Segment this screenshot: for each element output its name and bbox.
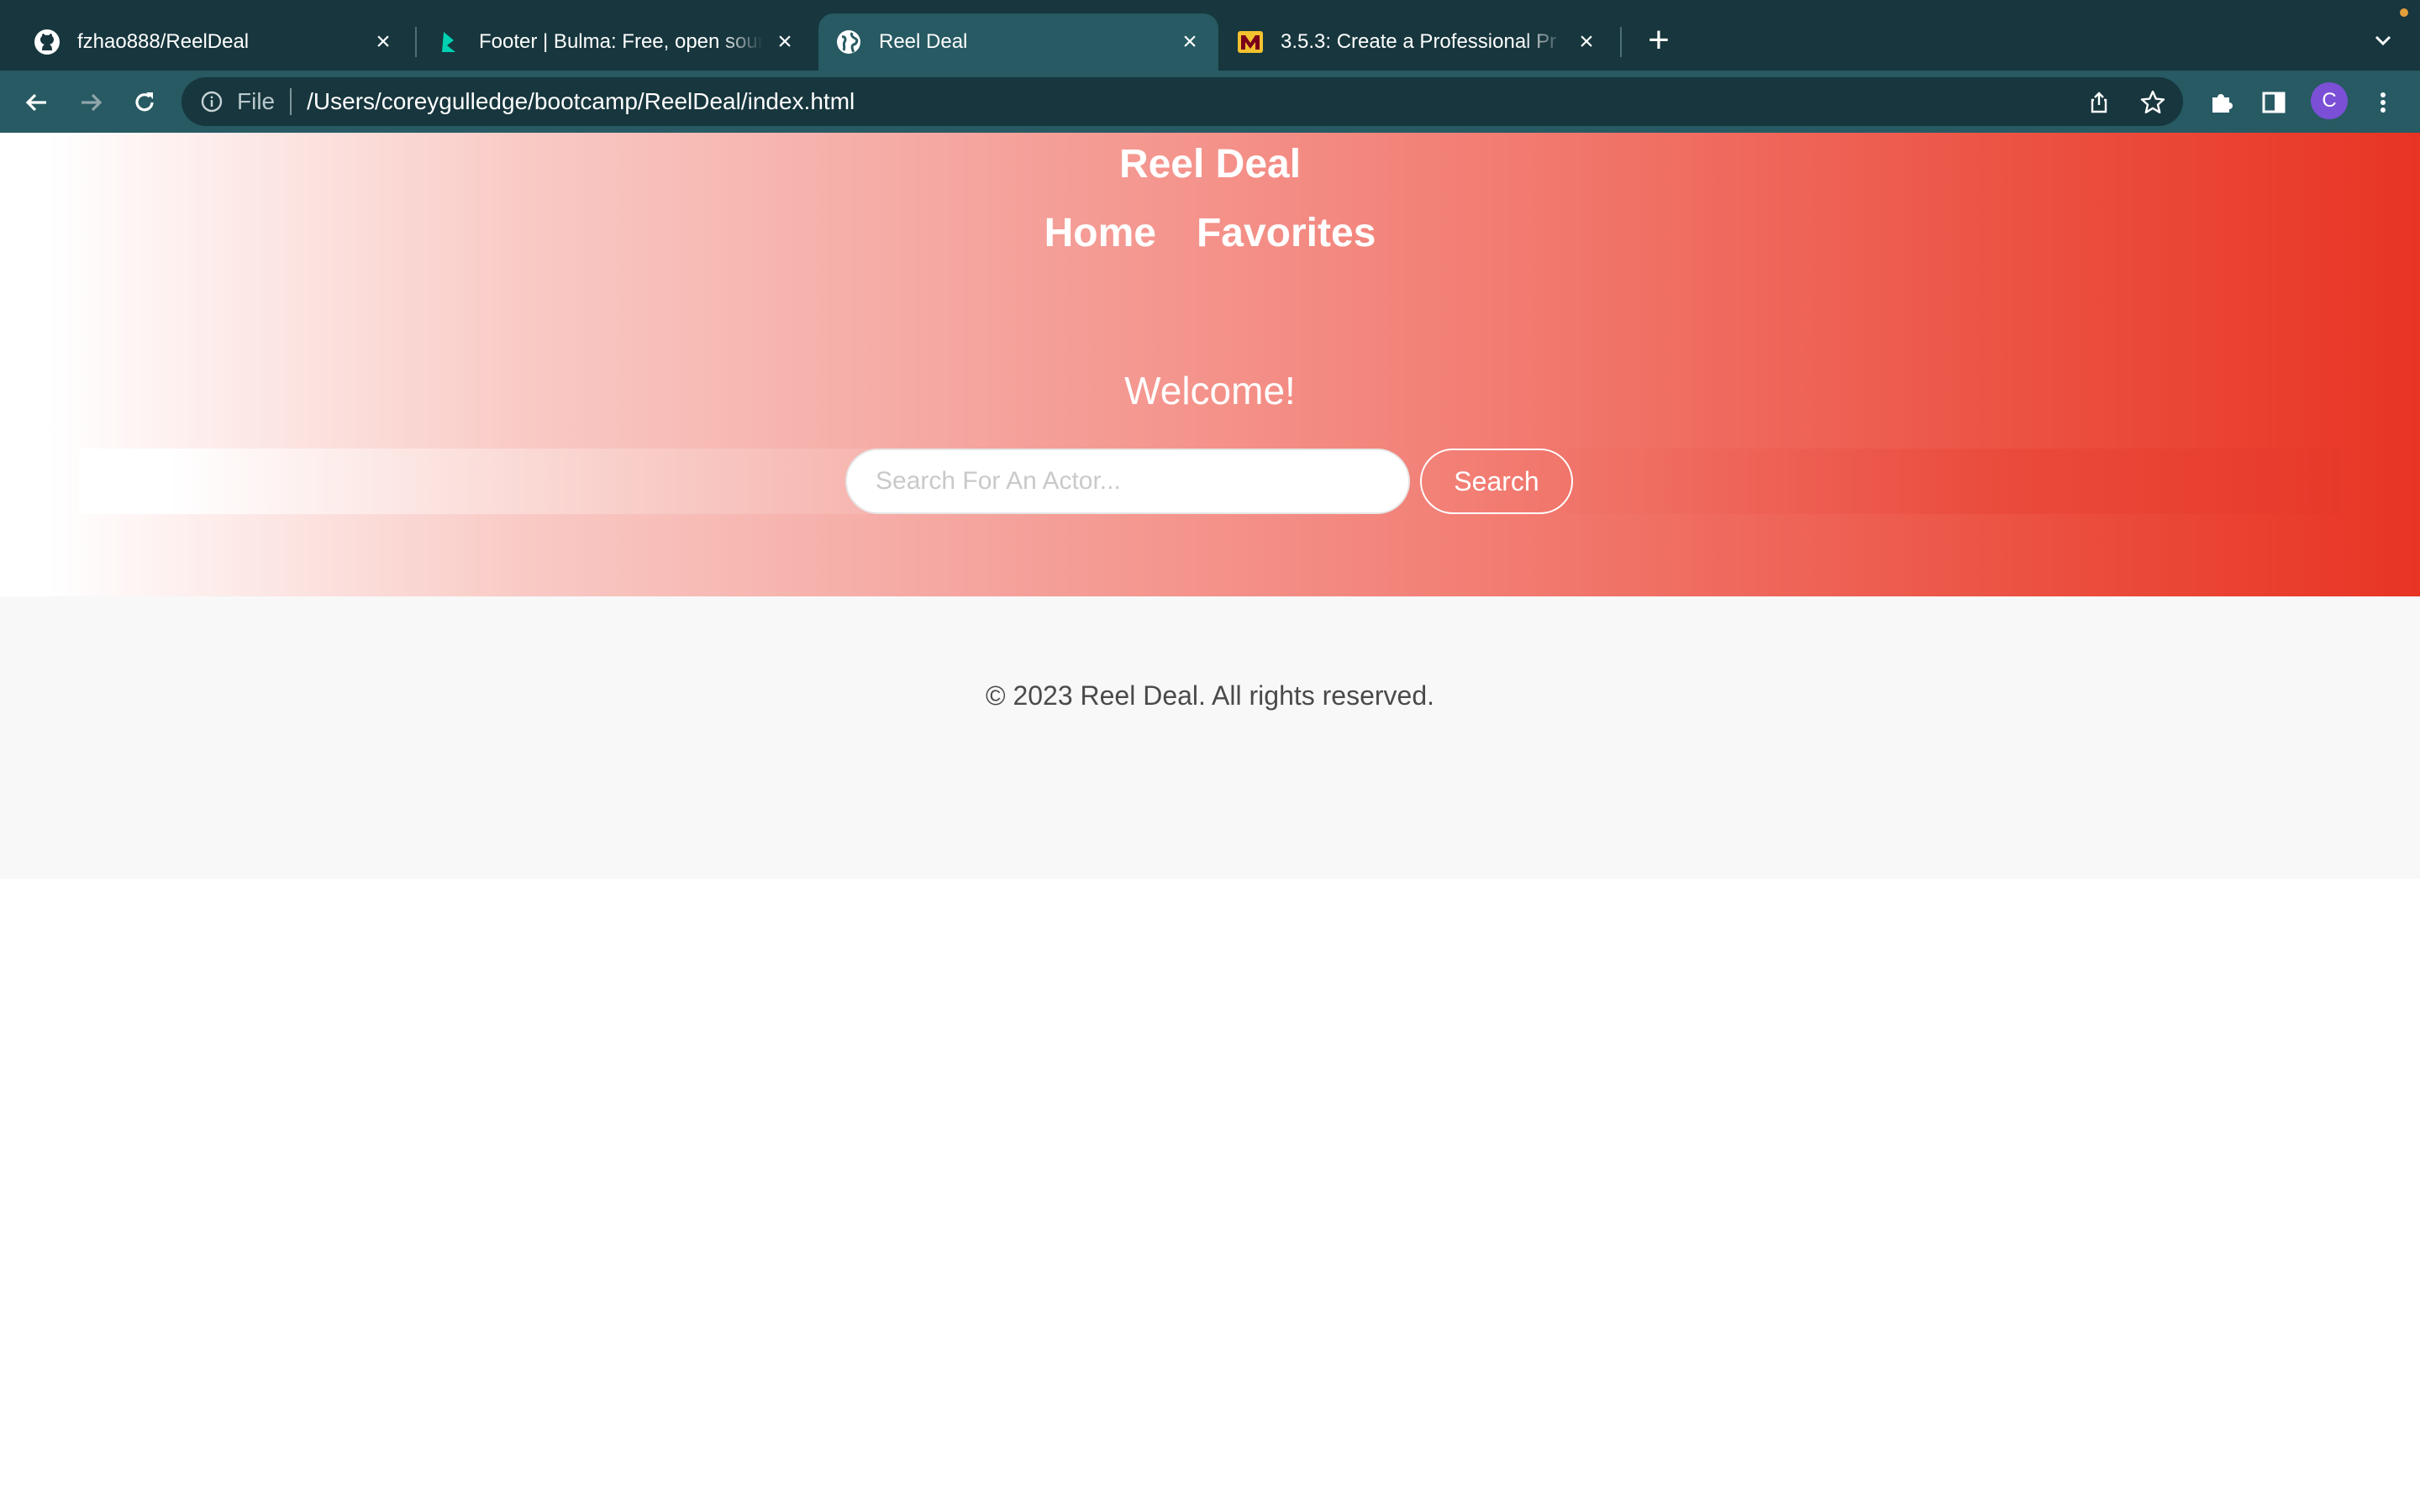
search-button[interactable]: Search	[1420, 449, 1573, 514]
address-bar[interactable]: File /Users/coreygulledge/bootcamp/ReelD…	[182, 77, 2183, 126]
update-indicator	[2400, 8, 2408, 17]
page-footer: © 2023 Reel Deal. All rights reserved.	[0, 596, 2420, 879]
kebab-menu-icon	[2381, 92, 2386, 113]
chevron-down-icon	[2375, 35, 2391, 46]
side-panel-icon	[2262, 92, 2286, 113]
arrow-left-icon	[25, 93, 46, 112]
side-panel-button[interactable]	[2255, 84, 2292, 121]
tab-title: Reel Deal	[879, 30, 968, 53]
puzzle-icon	[2212, 94, 2233, 113]
tab-strip: fzhao888/ReelDeal × Footer | Bulma: Free…	[0, 0, 2420, 71]
course-icon	[1237, 29, 1264, 55]
browser-menu-button[interactable]	[2365, 84, 2402, 121]
tab-bulma[interactable]: Footer | Bulma: Free, open sour ×	[435, 13, 813, 71]
nav-home-link[interactable]: Home	[1044, 210, 1156, 256]
close-icon[interactable]: ×	[1571, 27, 1602, 57]
extensions-button[interactable]	[2203, 84, 2240, 121]
tab-title: fzhao888/ReelDeal	[77, 30, 250, 53]
tab-course[interactable]: 3.5.3: Create a Professional Pr ×	[1237, 13, 1615, 71]
info-icon[interactable]	[198, 88, 225, 115]
bulma-icon	[435, 29, 462, 55]
tab-separator	[415, 27, 417, 57]
main-nav: Home Favorites	[0, 210, 2420, 256]
actor-search-input[interactable]	[845, 449, 1410, 514]
welcome-heading: Welcome!	[1124, 369, 1296, 412]
footer-copyright: © 2023 Reel Deal. All rights reserved.	[985, 680, 1435, 711]
close-icon[interactable]: ×	[770, 27, 800, 57]
reload-button[interactable]	[126, 84, 163, 121]
github-icon	[34, 29, 60, 55]
close-icon[interactable]: ×	[368, 27, 398, 57]
share-icon[interactable]	[2081, 84, 2118, 121]
bookmark-star-icon[interactable]	[2134, 84, 2171, 121]
arrow-right-icon	[82, 93, 103, 112]
profile-avatar[interactable]: C	[2311, 82, 2348, 119]
url-scheme: File	[237, 88, 276, 114]
hero-section: Reel Deal Home Favorites Welcome! Search	[0, 133, 2420, 596]
url-text[interactable]: /Users/coreygulledge/bootcamp/ReelDeal/i…	[307, 88, 855, 115]
tab-title: 3.5.3: Create a Professional Pr	[1281, 30, 1557, 53]
close-icon[interactable]: ×	[1175, 27, 1205, 57]
forward-button[interactable]	[72, 84, 109, 121]
nav-favorites-link[interactable]: Favorites	[1197, 210, 1376, 256]
globe-icon	[835, 29, 862, 55]
tab-github[interactable]: fzhao888/ReelDeal ×	[34, 13, 412, 71]
tab-reel-deal[interactable]: Reel Deal ×	[818, 13, 1218, 71]
back-button[interactable]	[18, 84, 55, 121]
tab-search-button[interactable]	[2368, 25, 2398, 55]
tab-separator	[1620, 27, 1622, 57]
tab-title: Footer | Bulma: Free, open sour	[479, 30, 763, 53]
new-tab-button[interactable]: +	[1642, 22, 1676, 59]
reload-icon	[135, 92, 154, 112]
site-title: Reel Deal	[1118, 142, 1302, 186]
omnibox-divider	[290, 88, 292, 115]
